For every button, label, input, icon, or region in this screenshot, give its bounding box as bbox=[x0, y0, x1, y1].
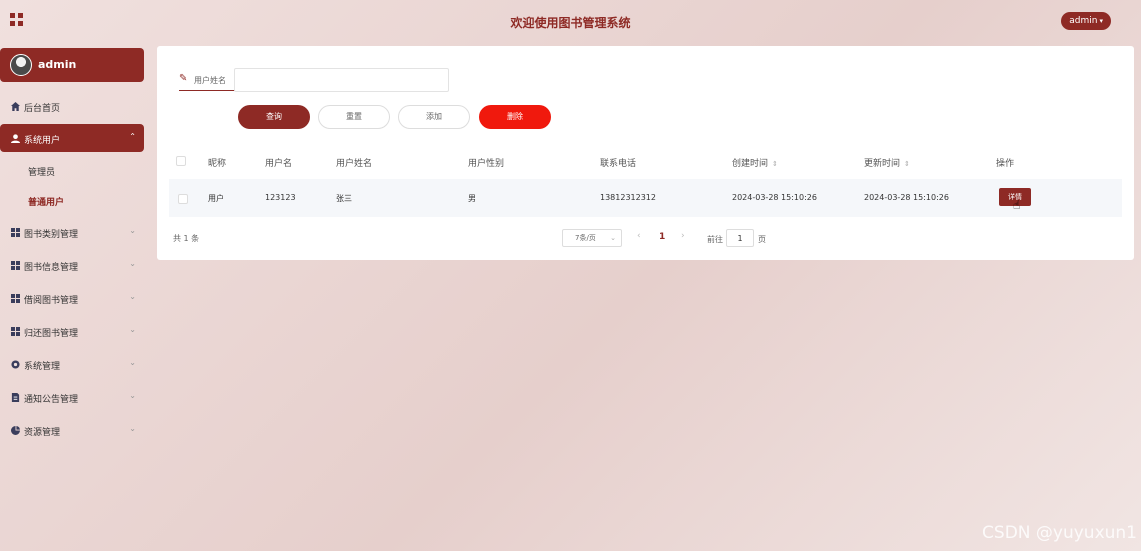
sidebar-item-label: 图书信息管理 bbox=[24, 263, 79, 273]
sidebar-item-label: 归还图书管理 bbox=[24, 329, 79, 339]
search-label-group: ✎ 用户姓名 bbox=[179, 68, 235, 91]
sidebar-item-label: 系统用户 bbox=[24, 136, 61, 146]
sort-icon[interactable]: ⇕ bbox=[904, 160, 910, 168]
column-header-created-label: 创建时间 bbox=[732, 159, 769, 169]
username-search-input[interactable] bbox=[234, 68, 449, 92]
column-header-actions: 操作 bbox=[996, 159, 1015, 169]
user-menu-dropdown[interactable]: admin ▾ bbox=[1061, 12, 1111, 30]
select-all-checkbox[interactable] bbox=[176, 156, 186, 166]
cell-real-name: 张三 bbox=[336, 194, 352, 203]
sidebar-item-book-category[interactable]: 图书类别管理 ⌄ bbox=[0, 218, 144, 246]
chevron-down-icon: ⌄ bbox=[610, 234, 616, 242]
column-header-username: 用户名 bbox=[265, 159, 293, 169]
watermark: CSDN @yuyuxun1 bbox=[982, 523, 1137, 543]
sidebar-profile[interactable]: admin bbox=[0, 48, 144, 82]
prev-page-icon[interactable]: ‹ bbox=[637, 231, 641, 241]
chevron-down-icon: ⌄ bbox=[129, 292, 136, 301]
sidebar-item-label: 通知公告管理 bbox=[24, 395, 79, 405]
column-header-updated-label: 更新时间 bbox=[864, 159, 901, 169]
column-header-nickname: 昵称 bbox=[208, 159, 227, 169]
query-button[interactable]: 查询 bbox=[238, 105, 310, 129]
cell-updated: 2024-03-28 15:10:26 bbox=[864, 193, 949, 202]
cell-nickname: 用户 bbox=[208, 194, 224, 203]
chevron-down-icon: ▾ bbox=[1099, 17, 1103, 25]
home-icon bbox=[11, 102, 20, 111]
next-page-icon[interactable]: › bbox=[681, 231, 685, 241]
document-icon bbox=[11, 393, 20, 402]
chevron-down-icon: ⌄ bbox=[129, 391, 136, 400]
grid-icon bbox=[11, 327, 20, 336]
row-checkbox[interactable] bbox=[178, 194, 188, 204]
user-icon bbox=[11, 134, 20, 143]
chevron-down-icon: ⌄ bbox=[129, 358, 136, 367]
main-card: ✎ 用户姓名 查询 重置 添加 删除 昵称 用户名 用户姓名 用户性别 联系电话… bbox=[157, 46, 1134, 260]
page-unit-label: 页 bbox=[758, 235, 766, 244]
sidebar-item-book-info[interactable]: 图书信息管理 ⌄ bbox=[0, 251, 144, 279]
page-title: 欢迎使用图书管理系统 bbox=[510, 16, 631, 30]
chevron-down-icon: ⌄ bbox=[129, 259, 136, 268]
pen-icon: ✎ bbox=[179, 73, 188, 84]
search-label: 用户姓名 bbox=[194, 76, 226, 85]
user-menu-label: admin bbox=[1069, 16, 1098, 26]
sort-icon[interactable]: ⇕ bbox=[772, 160, 778, 168]
sidebar-item-system-users[interactable]: 系统用户 ⌃ bbox=[0, 124, 144, 152]
reset-button[interactable]: 重置 bbox=[318, 105, 390, 129]
total-count: 共 1 条 bbox=[173, 234, 200, 243]
sidebar-subitem-regular-users[interactable]: 普通用户 bbox=[28, 195, 64, 208]
page-size-select[interactable]: 7条/页 ⌄ bbox=[562, 229, 622, 247]
grid-icon bbox=[11, 294, 20, 303]
add-button[interactable]: 添加 bbox=[398, 105, 470, 129]
sidebar-item-return[interactable]: 归还图书管理 ⌄ bbox=[0, 317, 144, 345]
sidebar-item-system-settings[interactable]: 系统管理 ⌄ bbox=[0, 350, 144, 378]
sidebar-item-label: 后台首页 bbox=[24, 104, 61, 114]
sidebar-item-borrow[interactable]: 借阅图书管理 ⌄ bbox=[0, 284, 144, 312]
cell-username: 123123 bbox=[265, 193, 296, 202]
table-row: 用户 123123 张三 男 13812312312 2024-03-28 15… bbox=[169, 179, 1122, 217]
sidebar-item-label: 系统管理 bbox=[24, 362, 61, 372]
column-header-gender: 用户性别 bbox=[468, 159, 505, 169]
column-header-created[interactable]: 创建时间 ⇕ bbox=[732, 156, 778, 169]
goto-label: 前往 bbox=[707, 235, 723, 244]
chevron-down-icon: ⌄ bbox=[129, 424, 136, 433]
table-header: 昵称 用户名 用户姓名 用户性别 联系电话 创建时间 ⇕ 更新时间 ⇕ 操作 bbox=[169, 144, 1122, 179]
avatar bbox=[10, 54, 32, 76]
column-header-phone: 联系电话 bbox=[600, 159, 637, 169]
cell-phone: 13812312312 bbox=[600, 193, 656, 202]
profile-name: admin bbox=[38, 58, 77, 71]
gear-icon bbox=[11, 360, 20, 369]
chevron-down-icon: ⌄ bbox=[129, 226, 136, 235]
sidebar-item-notices[interactable]: 通知公告管理 ⌄ bbox=[0, 383, 144, 411]
grid-icon bbox=[11, 228, 20, 237]
sidebar-item-label: 借阅图书管理 bbox=[24, 296, 79, 306]
sidebar-item-home[interactable]: 后台首页 bbox=[0, 92, 144, 120]
sidebar-item-resources[interactable]: 资源管理 ⌄ bbox=[0, 416, 144, 444]
pie-chart-icon bbox=[11, 426, 20, 435]
column-header-real-name: 用户姓名 bbox=[336, 159, 373, 169]
delete-button[interactable]: 删除 bbox=[479, 105, 551, 129]
column-header-updated[interactable]: 更新时间 ⇕ bbox=[864, 156, 910, 169]
page-number-current[interactable]: 1 bbox=[659, 232, 665, 242]
chevron-down-icon: ⌄ bbox=[129, 325, 136, 334]
page-size-value: 7条/页 bbox=[575, 234, 596, 242]
sidebar-item-label: 图书类别管理 bbox=[24, 230, 79, 240]
sidebar-item-label: 资源管理 bbox=[24, 428, 61, 438]
cell-gender: 男 bbox=[468, 194, 476, 203]
top-header: 欢迎使用图书管理系统 admin ▾ bbox=[0, 0, 1141, 44]
chevron-up-icon: ⌃ bbox=[129, 132, 136, 141]
cell-created: 2024-03-28 15:10:26 bbox=[732, 193, 817, 202]
goto-page-input[interactable] bbox=[726, 229, 754, 247]
hand-cursor-icon: ☝ bbox=[1013, 198, 1021, 212]
sidebar-subitem-admins[interactable]: 管理员 bbox=[28, 165, 55, 178]
grid-icon bbox=[11, 261, 20, 270]
